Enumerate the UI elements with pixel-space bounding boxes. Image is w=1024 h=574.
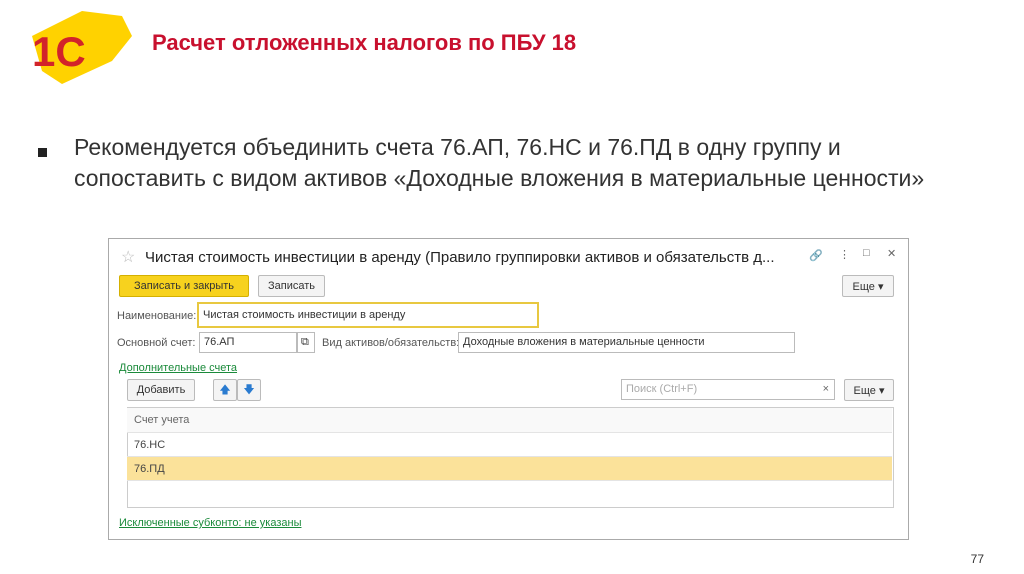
logo: 1С	[22, 6, 132, 86]
save-button[interactable]: Записать	[258, 275, 325, 297]
save-close-button[interactable]: Записать и закрыть	[119, 275, 249, 297]
extra-accounts-link[interactable]: Дополнительные счета	[119, 362, 237, 374]
bullet-marker	[38, 148, 47, 157]
window-title: Чистая стоимость инвестиции в аренду (Пр…	[145, 249, 775, 266]
search-placeholder: Поиск (Ctrl+F)	[626, 383, 698, 395]
bullet-text: Рекомендуется объединить счета 76.АП, 76…	[74, 134, 925, 191]
page-number: 77	[970, 552, 984, 566]
move-down-button[interactable]: 🡇	[237, 379, 261, 401]
clear-icon[interactable]: ×	[823, 383, 829, 395]
form-window: ☆ Чистая стоимость инвестиции в аренду (…	[108, 238, 909, 540]
account-open-button[interactable]: ⧉	[297, 332, 315, 353]
more-button-2[interactable]: Еще ▾	[844, 379, 894, 401]
more-button[interactable]: Еще ▾	[842, 275, 894, 297]
name-label: Наименование:	[117, 310, 197, 322]
svg-text:1С: 1С	[32, 28, 86, 75]
table-row-selected[interactable]: 76.ПД	[127, 457, 892, 481]
search-input[interactable]: Поиск (Ctrl+F) ×	[621, 379, 835, 400]
account-label: Основной счет:	[117, 337, 196, 349]
move-up-button[interactable]: 🡅	[213, 379, 237, 401]
name-input[interactable]: Чистая стоимость инвестиции в аренду	[197, 302, 539, 328]
close-icon[interactable]: ✕	[887, 247, 896, 260]
maximize-icon[interactable]: □	[863, 247, 870, 259]
link-icon[interactable]: 🔗	[809, 249, 823, 262]
slide-title: Расчет отложенных налогов по ПБУ 18	[152, 30, 577, 55]
account-select[interactable]: 76.АП	[199, 332, 297, 353]
excluded-subconto-link[interactable]: Исключенные субконто: не указаны	[119, 517, 301, 529]
add-button[interactable]: Добавить	[127, 379, 195, 401]
menu-icon[interactable]: ⋮	[839, 248, 850, 261]
star-icon[interactable]: ☆	[121, 247, 135, 267]
table-row[interactable]: 76.НС	[127, 433, 892, 457]
kind-label: Вид активов/обязательств:	[322, 337, 460, 349]
kind-select[interactable]: Доходные вложения в материальные ценност…	[458, 332, 795, 353]
table-header: Счет учета	[127, 408, 892, 433]
